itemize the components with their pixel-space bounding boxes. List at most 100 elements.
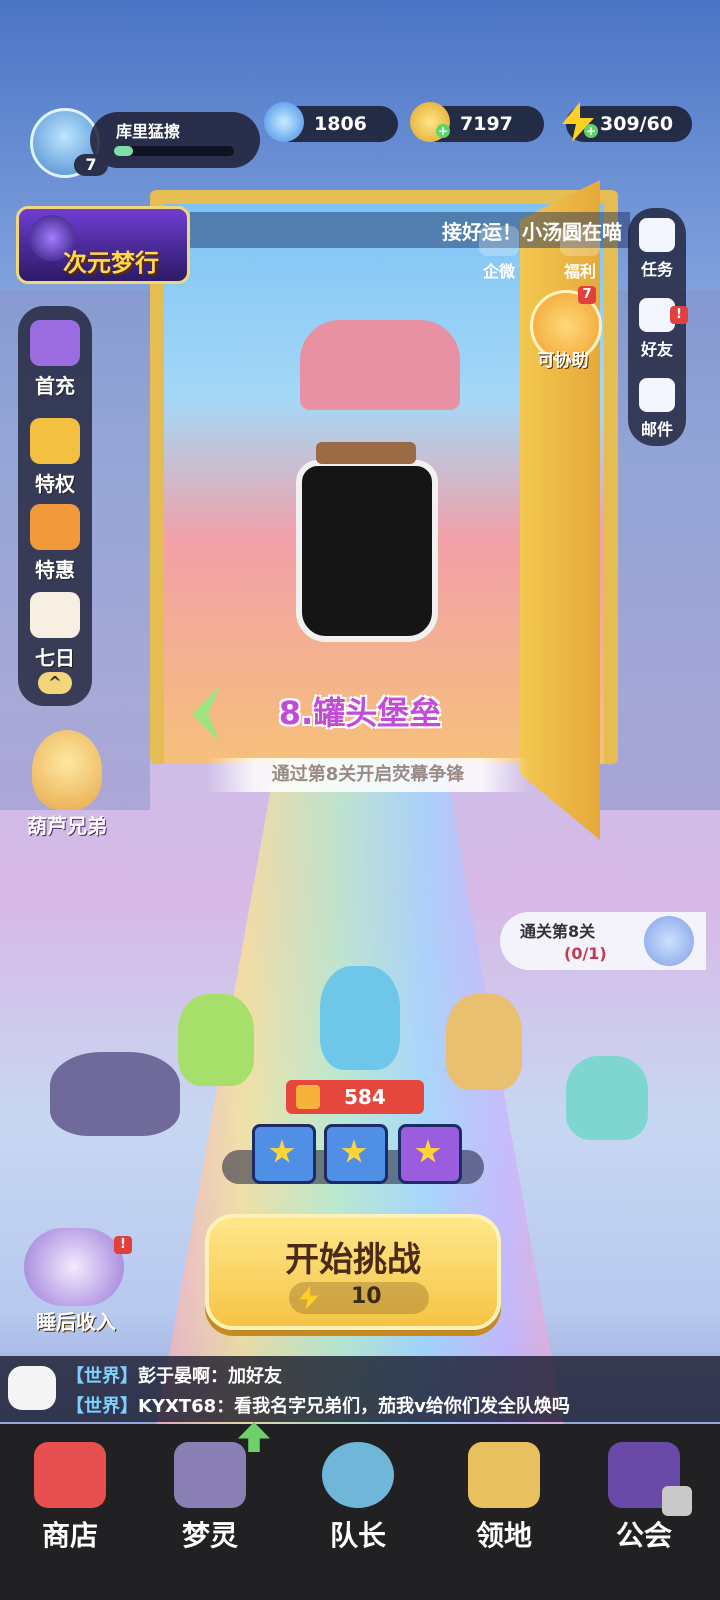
gold-counter[interactable]: + 7197: [410, 102, 544, 142]
player-namebox: 库里猛擦: [90, 112, 260, 168]
right-menu-label: 任务: [640, 260, 673, 279]
left-menu-label: 首充: [35, 374, 75, 398]
top-link-qiwei[interactable]: 企微: [464, 226, 534, 282]
start-challenge-label: 开始挑战: [285, 1240, 421, 1280]
team-power-value: 584: [344, 1085, 386, 1109]
lightning-icon: [299, 1286, 319, 1310]
nav-shop[interactable]: 商店: [10, 1442, 130, 1554]
player-profile[interactable]: 库里猛擦 7: [30, 108, 260, 178]
left-menu-label: 七日: [35, 646, 75, 670]
gourd-icon: [32, 730, 102, 810]
energy-cost: 10: [289, 1282, 429, 1314]
energy-counter[interactable]: + 309/60: [562, 102, 692, 142]
privilege-card-icon: [30, 418, 80, 464]
left-menu-special-offer[interactable]: 特惠: [19, 504, 91, 583]
stage-title: 8.罐头堡垒: [278, 694, 442, 732]
hero-bard[interactable]: [446, 994, 522, 1090]
captain-icon: [322, 1442, 394, 1508]
calendar-icon: [30, 592, 80, 638]
hammer-icon: [30, 320, 80, 366]
right-menu-label: 好友: [640, 340, 673, 359]
friends-alert-badge: !: [670, 306, 688, 324]
stage-unlock-hint: 通过第8关开启荧幕争锋: [206, 758, 530, 792]
star-icon: [341, 1139, 367, 1163]
quest-progress: (0/1): [564, 944, 607, 963]
hero-mermaid[interactable]: [320, 966, 400, 1070]
sword-icon: [296, 1085, 320, 1109]
chat-channel: 【世界】: [66, 1396, 138, 1417]
chat-message: 【世界】彭于晏啊：加好友: [66, 1362, 282, 1388]
player-name: 库里猛擦: [116, 122, 181, 141]
gems-value: 1806: [314, 113, 367, 135]
left-menu-first-recharge[interactable]: 首充: [19, 320, 91, 399]
reward-chest[interactable]: [324, 1124, 388, 1184]
gems-counter[interactable]: 1806: [264, 102, 398, 142]
top-link-welfare[interactable]: 福利: [545, 226, 615, 282]
shop-icon: [34, 1442, 106, 1508]
hero-robot-gunner[interactable]: [50, 1052, 180, 1136]
jar-monster-sprite: [296, 442, 438, 642]
bottom-nav: 商店 梦灵 队长 领地 公会: [0, 1424, 720, 1600]
assist-button[interactable]: 可协助 7: [522, 286, 604, 372]
world-chat[interactable]: 【世界】彭于晏啊：加好友 【世界】KYXT68：看我名字兄弟们，茄我v给你们发全…: [0, 1356, 720, 1422]
collapse-chevron-up-icon[interactable]: ^: [38, 672, 72, 694]
task-list-icon: [639, 218, 675, 252]
left-menu-privilege[interactable]: 特权: [19, 418, 91, 497]
chat-text: 彭于晏啊：加好友: [138, 1366, 282, 1387]
gem-icon: [264, 102, 304, 142]
chat-message: 【世界】KYXT68：看我名字兄弟们，茄我v给你们发全队焕吗: [66, 1392, 570, 1418]
reward-chest[interactable]: [252, 1124, 316, 1184]
key-icon: [644, 916, 694, 966]
nav-captain[interactable]: 队长: [298, 1442, 418, 1554]
dream-spirit-icon: [174, 1442, 246, 1508]
nav-label: 公会: [615, 1519, 672, 1552]
exp-bar: [114, 146, 234, 156]
top-link-label: 福利: [563, 262, 596, 281]
star-icon: [269, 1139, 295, 1163]
nav-territory[interactable]: 领地: [444, 1442, 564, 1554]
gift-box-icon: [30, 504, 80, 550]
top-link-label: 企微: [482, 262, 515, 281]
star-icon: [415, 1139, 441, 1163]
assist-label: 可协助: [537, 351, 589, 371]
nav-label: 领地: [475, 1519, 532, 1552]
gold-value: 7197: [460, 113, 513, 135]
exp-fill: [114, 146, 134, 156]
mail-icon: [639, 378, 675, 412]
gourd-label: 葫芦兄弟: [27, 814, 107, 838]
gift-icon: [560, 226, 600, 256]
sleep-income[interactable]: ! 睡后收入: [8, 1220, 138, 1340]
energy-value: 309/60: [600, 113, 674, 135]
sleep-income-label: 睡后收入: [36, 1310, 116, 1334]
sleep-alert-badge: !: [114, 1236, 132, 1254]
event-banner[interactable]: 次元梦行: [16, 206, 190, 284]
territory-door-icon: [468, 1442, 540, 1508]
reward-chest[interactable]: [398, 1124, 462, 1184]
lock-icon: [662, 1486, 692, 1516]
start-challenge-button[interactable]: 开始挑战 10: [205, 1214, 501, 1330]
player-level: 7: [74, 154, 108, 176]
left-menu-label: 特权: [35, 472, 75, 496]
hero-slime[interactable]: [566, 1056, 648, 1140]
left-menu-label: 特惠: [35, 558, 75, 582]
chat-bubble-icon[interactable]: [8, 1366, 56, 1410]
nav-dream-spirit[interactable]: 梦灵: [150, 1442, 270, 1554]
add-energy-icon[interactable]: +: [584, 124, 598, 138]
energy-cost-value: 10: [351, 1284, 382, 1309]
chat-text: KYXT68：看我名字兄弟们，茄我v给你们发全队焕吗: [138, 1396, 570, 1417]
chat-channel: 【世界】: [66, 1366, 138, 1387]
nav-label: 队长: [329, 1519, 386, 1552]
right-menu-tasks[interactable]: 任务: [629, 218, 685, 280]
gourd-brothers-event[interactable]: 葫芦兄弟: [12, 730, 122, 850]
qiwei-icon: [479, 226, 519, 256]
quest-tracker[interactable]: 通关第8关 (0/1): [500, 912, 706, 970]
sleeping-sheep-icon: [24, 1228, 124, 1306]
right-menu-mail[interactable]: 邮件: [629, 378, 685, 440]
robot-boss-sprite: [300, 320, 460, 410]
hero-guitarist[interactable]: [178, 994, 254, 1086]
add-gold-icon[interactable]: +: [436, 124, 450, 138]
jar-lid: [316, 442, 416, 464]
assist-count-badge: 7: [578, 286, 596, 304]
left-menu-seven-day[interactable]: 七日: [19, 592, 91, 671]
nav-label: 梦灵: [181, 1519, 238, 1552]
